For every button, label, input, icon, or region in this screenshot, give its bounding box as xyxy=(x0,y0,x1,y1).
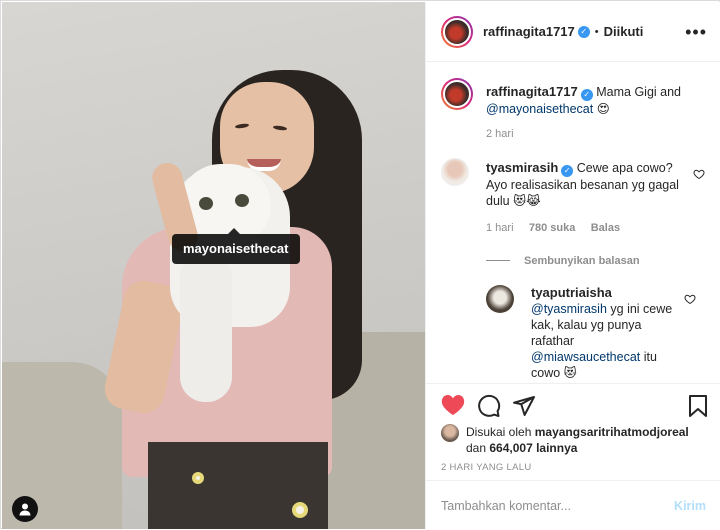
cat-eye xyxy=(199,197,213,210)
avatar[interactable] xyxy=(441,424,459,442)
comment-likes[interactable]: 780 suka xyxy=(529,222,575,234)
user-tag-label[interactable]: mayonaisethecat xyxy=(172,228,300,264)
caption-emoji: 😍 xyxy=(596,102,610,116)
reply-mention-link[interactable]: @miawsaucethecat xyxy=(531,350,640,364)
verified-icon: ✓ xyxy=(577,25,590,38)
caption-time[interactable]: 2 hari xyxy=(486,128,566,140)
post-modal: mayonaisethecat raffinagita1717 ✓ • Diik… xyxy=(0,0,720,529)
post-date[interactable]: 2 HARI YANG LALU xyxy=(441,462,532,473)
add-comment-bar: Kirim xyxy=(426,480,720,530)
comment-time[interactable]: 1 hari xyxy=(486,222,514,234)
caption-text: Mama Gigi and xyxy=(596,85,682,99)
user-icon[interactable] xyxy=(12,496,38,522)
avatar[interactable] xyxy=(441,15,473,48)
heart-filled-icon[interactable] xyxy=(441,394,465,416)
hide-replies-button[interactable]: Sembunyikan balasan xyxy=(486,253,686,267)
comments-list: raffinagita1717 ✓ Mama Gigi and @mayonais… xyxy=(426,63,720,383)
liked-by-user[interactable]: mayangsaritrihatmodjoreal xyxy=(535,425,689,439)
reply-button[interactable]: Balas xyxy=(591,222,620,234)
post-photo[interactable]: mayonaisethecat xyxy=(2,2,425,529)
liked-by-and: dan xyxy=(466,441,487,455)
reply-username[interactable]: tyaputriaisha xyxy=(531,285,612,300)
post-details-panel: raffinagita1717 ✓ • Diikuti ••• raffinag… xyxy=(425,2,720,529)
liked-by-prefix: Disukai oleh xyxy=(466,425,532,439)
verified-icon: ✓ xyxy=(561,165,574,177)
heart-outline-icon[interactable] xyxy=(684,293,696,305)
comment-icon[interactable] xyxy=(477,394,501,418)
verified-icon: ✓ xyxy=(580,89,593,101)
liked-by-count[interactable]: 664,007 lainnya xyxy=(489,441,577,455)
ellipsis-icon[interactable]: ••• xyxy=(685,22,707,43)
comment-emoji: 😻😹 xyxy=(513,194,541,208)
comment-username[interactable]: tyasmirasih xyxy=(486,160,558,175)
post-comment-button[interactable]: Kirim xyxy=(674,499,706,513)
heart-outline-icon[interactable] xyxy=(693,168,705,180)
bookmark-icon[interactable] xyxy=(688,394,708,418)
avatar[interactable] xyxy=(486,285,514,313)
skirt-flower xyxy=(192,472,204,484)
comment-input[interactable] xyxy=(441,498,675,513)
avatar[interactable] xyxy=(441,78,473,110)
follow-status-button[interactable]: Diikuti xyxy=(604,24,644,39)
comment-meta: 1 hari 780 suka Balas xyxy=(486,220,686,234)
cat-eye xyxy=(235,194,249,207)
post-actions: Disukai oleh mayangsaritrihatmodjoreal d… xyxy=(426,383,720,529)
hide-replies-label: Sembunyikan balasan xyxy=(524,255,640,267)
skirt-flower xyxy=(292,502,308,518)
reply-emoji: 😻 xyxy=(563,366,577,380)
header-username[interactable]: raffinagita1717 xyxy=(483,24,575,39)
reply-mention-link[interactable]: @tyasmirasih xyxy=(531,302,607,316)
liked-by-text: Disukai oleh mayangsaritrihatmodjoreal d… xyxy=(466,424,711,456)
caption-mention-link[interactable]: @mayonaisethecat xyxy=(486,102,593,116)
header-separator: • xyxy=(594,25,599,38)
cat-leg xyxy=(180,252,232,402)
caption-username[interactable]: raffinagita1717 xyxy=(486,84,578,99)
post-header: raffinagita1717 ✓ • Diikuti ••• xyxy=(426,2,720,62)
share-icon[interactable] xyxy=(512,394,536,418)
avatar[interactable] xyxy=(441,158,469,186)
